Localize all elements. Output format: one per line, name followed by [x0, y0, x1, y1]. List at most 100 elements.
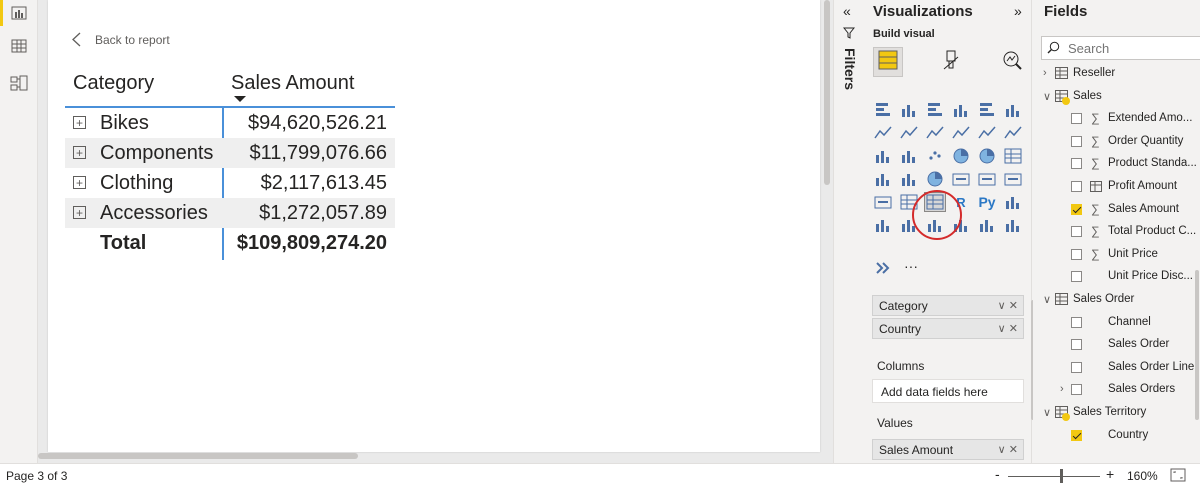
field-item-sales-order-line[interactable]: Sales Order Line [1033, 357, 1200, 379]
field-controls-icon[interactable]: ∨ ✕ [998, 443, 1018, 456]
field-checkbox[interactable] [1071, 429, 1082, 441]
field-item-sales[interactable]: ∨ Sales [1033, 86, 1200, 108]
chevron-right-icon[interactable]: › [1060, 383, 1064, 395]
field-checkbox[interactable] [1071, 316, 1082, 328]
key-influencers-visual-icon[interactable] [1002, 192, 1024, 212]
field-item-sales-territory[interactable]: ∨ Sales Territory [1033, 402, 1200, 424]
rows-field-category[interactable]: Category ∨ ✕ [872, 295, 1024, 316]
field-checkbox[interactable] [1071, 384, 1082, 396]
pie-visual-icon[interactable] [950, 146, 972, 166]
values-field-sales-amount[interactable]: Sales Amount ∨ ✕ [872, 439, 1024, 460]
column-header-category[interactable]: Category [73, 72, 154, 95]
rows-field-country[interactable]: Country ∨ ✕ [872, 318, 1024, 339]
field-item-unit-price[interactable]: ∑ Unit Price [1033, 244, 1200, 266]
zoom-slider-track[interactable] [1008, 476, 1100, 477]
expand-plus-icon[interactable]: + [73, 146, 86, 159]
clustered-bar-visual-icon[interactable] [924, 100, 946, 120]
qa-visual-icon[interactable] [898, 215, 920, 235]
zoom-out-button[interactable]: - [995, 466, 1000, 482]
field-item-extended-amo[interactable]: ∑ Extended Amo... [1033, 108, 1200, 130]
multirow-card-visual-icon[interactable] [976, 169, 998, 189]
expand-filters-icon[interactable]: « [843, 3, 851, 19]
field-item-reseller[interactable]: › Reseller [1033, 63, 1200, 85]
canvas-vertical-scrollbar[interactable] [824, 0, 830, 185]
field-item-sales-amount[interactable]: ∑ Sales Amount [1033, 199, 1200, 221]
field-item-profit-amount[interactable]: Profit Amount [1033, 176, 1200, 198]
field-item-product-standa[interactable]: ∑ Product Standa... [1033, 153, 1200, 175]
donut-visual-icon[interactable] [976, 146, 998, 166]
scatter-visual-icon[interactable] [924, 146, 946, 166]
zoom-in-button[interactable]: + [1106, 466, 1114, 482]
back-to-report-link[interactable]: Back to report [72, 32, 170, 47]
funnel-visual-icon[interactable] [898, 146, 920, 166]
stacked-bar-visual-icon[interactable] [872, 100, 894, 120]
fields-search-input[interactable] [1041, 36, 1200, 60]
expand-plus-icon[interactable]: + [73, 206, 86, 219]
data-view-button[interactable] [0, 33, 38, 63]
collapse-visualizations-icon[interactable]: » [1014, 3, 1022, 19]
field-item-sales-order[interactable]: ∨ Sales Order [1033, 289, 1200, 311]
field-checkbox[interactable] [1071, 158, 1082, 170]
matrix-visual-icon[interactable] [924, 192, 946, 212]
filters-pane-collapsed[interactable]: « Filters [833, 0, 863, 463]
field-checkbox[interactable] [1071, 113, 1082, 125]
model-view-button[interactable] [0, 70, 38, 100]
line-visual-icon[interactable] [872, 123, 894, 143]
stacked-column-visual-icon[interactable] [898, 100, 920, 120]
zoom-slider-thumb[interactable] [1060, 469, 1063, 483]
area-visual-icon[interactable] [898, 123, 920, 143]
smart-narrative-visual-icon[interactable] [924, 215, 946, 235]
stacked-area-visual-icon[interactable] [924, 123, 946, 143]
field-controls-icon[interactable]: ∨ ✕ [998, 299, 1018, 312]
chevron-right-icon[interactable]: › [1043, 67, 1047, 79]
field-item-sales-order[interactable]: Sales Order [1033, 334, 1200, 356]
100-column-visual-icon[interactable] [1002, 100, 1024, 120]
ribbon-visual-icon[interactable] [1002, 123, 1024, 143]
field-checkbox[interactable] [1071, 135, 1082, 147]
report-view-button[interactable] [0, 0, 38, 30]
waterfall-visual-icon[interactable] [872, 146, 894, 166]
azure-map-visual-icon[interactable] [976, 215, 998, 235]
field-checkbox[interactable] [1071, 361, 1082, 373]
filled-map-visual-icon[interactable] [898, 169, 920, 189]
decomposition-tree-visual-icon[interactable] [872, 215, 894, 235]
matrix-row-bikes[interactable]: + Bikes $94,620,526.21 [65, 108, 395, 138]
gauge-visual-icon[interactable] [924, 169, 946, 189]
chevron-down-icon[interactable]: ∨ [1043, 293, 1051, 306]
field-item-order-quantity[interactable]: ∑ Order Quantity [1033, 131, 1200, 153]
kpi-visual-icon[interactable] [1002, 169, 1024, 189]
format-visual-tab[interactable] [936, 47, 966, 77]
chevron-down-icon[interactable]: ∨ [1043, 90, 1051, 103]
build-visual-tab[interactable] [873, 47, 903, 77]
field-item-channel[interactable]: Channel [1033, 312, 1200, 334]
matrix-visual[interactable]: Category Sales Amount + Bikes $94,620,52… [65, 70, 395, 260]
matrix-row-accessories[interactable]: + Accessories $1,272,057.89 [65, 198, 395, 228]
field-item-country[interactable]: Country [1033, 425, 1200, 447]
100-bar-visual-icon[interactable] [976, 100, 998, 120]
columns-drop-zone[interactable]: Add data fields here [872, 379, 1024, 403]
expand-plus-icon[interactable]: + [73, 176, 86, 189]
r-visual-visual-icon[interactable]: R [950, 192, 972, 212]
card-visual-icon[interactable] [950, 169, 972, 189]
treemap-visual-icon[interactable] [1002, 146, 1024, 166]
line-clustered-visual-icon[interactable] [976, 123, 998, 143]
column-header-sales-amount[interactable]: Sales Amount [231, 72, 354, 95]
field-checkbox[interactable] [1071, 226, 1082, 238]
field-checkbox[interactable] [1071, 248, 1082, 260]
analytics-tab[interactable] [997, 47, 1027, 77]
fit-to-page-icon[interactable] [1170, 467, 1186, 483]
field-checkbox[interactable] [1071, 271, 1082, 283]
python-visual-visual-icon[interactable]: Py [976, 192, 998, 212]
map-visual-icon[interactable] [872, 169, 894, 189]
field-checkbox[interactable] [1071, 181, 1082, 192]
matrix-row-components[interactable]: + Components $11,799,076.66 [65, 138, 395, 168]
slicer-visual-icon[interactable] [872, 192, 894, 212]
field-controls-icon[interactable]: ∨ ✕ [998, 322, 1018, 335]
line-column-visual-icon[interactable] [950, 123, 972, 143]
field-checkbox[interactable] [1071, 203, 1082, 215]
field-item-unit-price-disc[interactable]: Unit Price Disc... [1033, 266, 1200, 288]
canvas-horizontal-scrollbar[interactable] [38, 453, 358, 459]
more-visuals-icon[interactable]: ··· [904, 258, 918, 274]
paginated-report-visual-icon[interactable] [950, 215, 972, 235]
field-item-total-product-c[interactable]: ∑ Total Product C... [1033, 221, 1200, 243]
